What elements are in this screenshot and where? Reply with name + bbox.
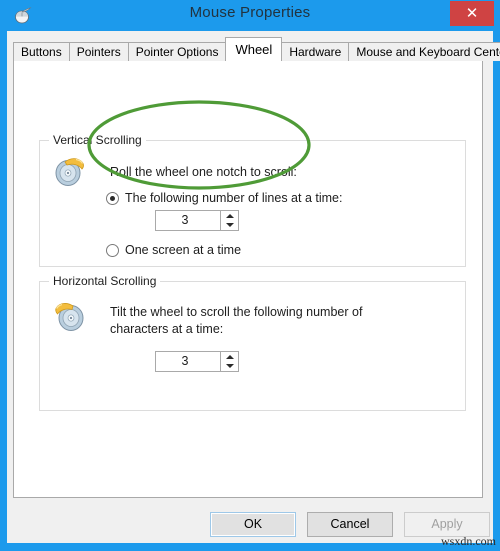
close-icon[interactable]: ✕	[450, 1, 494, 26]
horizontal-characters-spin-buttons	[220, 352, 238, 371]
radio-one-screen-at-a-time[interactable]: One screen at a time	[106, 243, 241, 257]
radio-lines-at-a-time-indicator[interactable]	[106, 191, 119, 205]
vertical-scrolling-description: Roll the wheel one notch to scroll:	[110, 165, 297, 179]
mouse-wheel-horizontal-icon	[52, 298, 88, 334]
cancel-button[interactable]: Cancel	[307, 512, 393, 537]
vertical-lines-stepper[interactable]: 3	[155, 210, 239, 231]
vertical-lines-value[interactable]: 3	[156, 211, 220, 230]
horizontal-characters-spin-down-icon[interactable]	[221, 362, 238, 372]
tab-buttons[interactable]: Buttons	[13, 42, 70, 61]
group-horizontal-scrolling: Horizontal Scrolling	[39, 274, 466, 411]
group-vertical-scrolling-title: Vertical Scrolling	[49, 133, 146, 147]
tab-page-wheel: Vertical Scrolling Roll the wheel one no…	[13, 60, 483, 498]
mouse-wheel-vertical-icon	[52, 153, 88, 189]
dialog-client-area: Buttons Pointers Pointer Options Wheel H…	[7, 31, 500, 543]
tab-hardware[interactable]: Hardware	[281, 42, 350, 61]
radio-lines-at-a-time[interactable]: The following number of lines at a time:	[106, 191, 342, 205]
horizontal-characters-stepper[interactable]: 3	[155, 351, 239, 372]
vertical-lines-spin-up-icon[interactable]	[221, 211, 238, 221]
horizontal-scrolling-description: Tilt the wheel to scroll the following n…	[110, 305, 363, 336]
tab-mouse-and-keyboard-center[interactable]: Mouse and Keyboard Center	[348, 42, 500, 61]
tab-wheel[interactable]: Wheel	[225, 37, 283, 61]
radio-lines-at-a-time-label: The following number of lines at a time:	[125, 191, 343, 205]
page-title: Mouse Properties	[189, 4, 311, 21]
ok-button[interactable]: OK	[210, 512, 296, 537]
vertical-lines-spin-buttons	[220, 211, 238, 230]
tab-pointer-options[interactable]: Pointer Options	[127, 42, 227, 61]
radio-one-screen-at-a-time-indicator[interactable]	[106, 243, 119, 257]
watermark: wsxdn.com	[441, 534, 496, 548]
group-horizontal-scrolling-title: Horizontal Scrolling	[49, 274, 161, 288]
horizontal-characters-spin-up-icon[interactable]	[221, 352, 238, 362]
tab-pointers[interactable]: Pointers	[68, 42, 129, 61]
mouse-properties-window: Mouse Properties ✕ Buttons Pointers Poin…	[0, 0, 500, 551]
vertical-lines-spin-down-icon[interactable]	[221, 221, 238, 231]
tab-strip: Buttons Pointers Pointer Options Wheel H…	[13, 37, 500, 61]
horizontal-characters-value[interactable]: 3	[156, 352, 220, 371]
radio-one-screen-at-a-time-label: One screen at a time	[125, 243, 242, 257]
title-bar: Mouse Properties ✕	[0, 0, 500, 31]
